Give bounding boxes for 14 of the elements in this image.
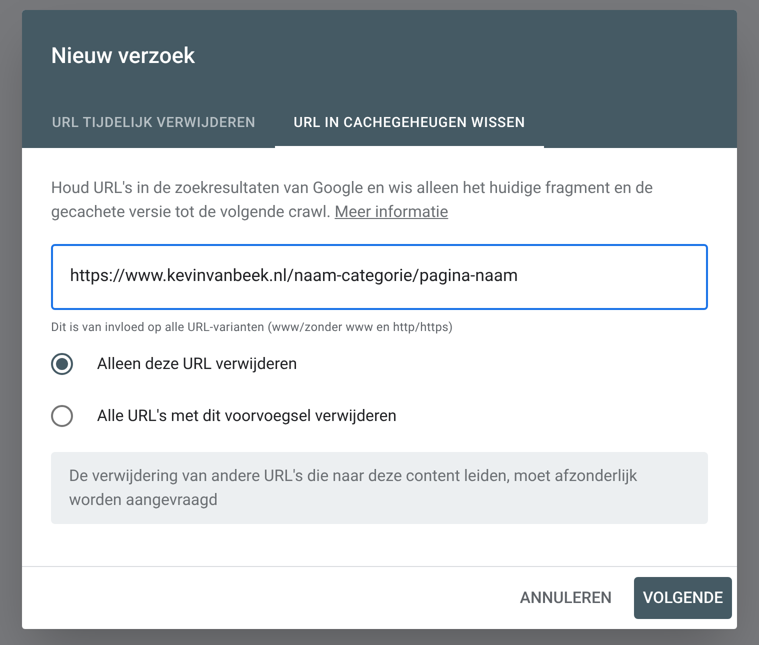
tab[interactable]: URL IN CACHEGEHEUGEN WISSEN <box>274 100 544 148</box>
next-button[interactable]: VOLGENDE <box>634 577 732 619</box>
tab[interactable]: URL TIJDELIJK VERWIJDEREN <box>33 100 275 148</box>
radio-button[interactable] <box>51 353 73 375</box>
notice-box: De verwijdering van andere URL's die naar deze content leiden, moet afzonderlijk worden aangevraagd <box>51 452 708 524</box>
more-info-link[interactable]: Meer informatie <box>334 202 448 221</box>
dialog-title: Nieuw verzoek <box>50 43 196 71</box>
radio-label: Alle URL's met dit voorvoegsel verwijderen <box>97 405 397 427</box>
url-field[interactable]: https://www.kevinvanbeek.nl/naam-categorie/pagina-naam <box>51 244 708 310</box>
helper-text: Dit is van invloed op alle URL-varianten (www/zonder www en http/https) <box>51 319 454 336</box>
radio-button[interactable] <box>51 405 73 427</box>
cancel-button[interactable]: ANNULEREN <box>518 577 614 619</box>
radio-label: Alleen deze URL verwijderen <box>97 353 298 375</box>
description: Houd URL's in de zoekresultaten van Google en wis alleen het huidige fragment en de gecachete versie tot de volgende crawl. Meer informatie <box>51 177 654 223</box>
